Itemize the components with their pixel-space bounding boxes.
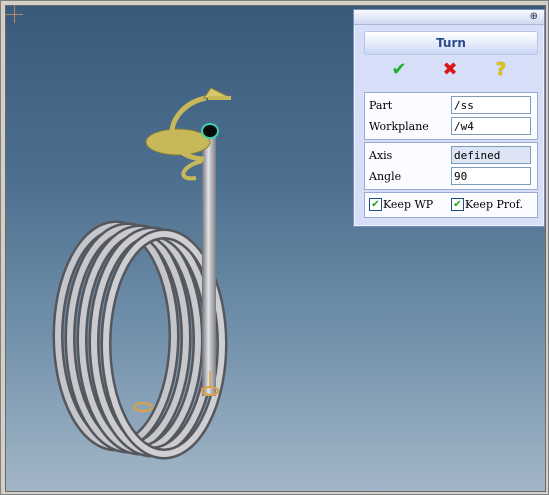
part-field[interactable]: /ss <box>451 96 531 114</box>
help-button[interactable]: ? <box>488 58 514 82</box>
axis-field[interactable]: defined <box>451 146 531 164</box>
axis-label: Axis <box>369 149 393 162</box>
axis-angle-group: Axis defined Angle 90 <box>364 142 538 190</box>
angle-field[interactable]: 90 <box>451 167 531 185</box>
workplane-label: Workplane <box>369 120 429 133</box>
panel-title: Turn <box>364 31 538 55</box>
options-group: ✔ Keep WP ✔ Keep Prof. <box>364 192 538 218</box>
keep-prof-checkbox[interactable]: ✔ <box>451 198 464 211</box>
application-frame: ⊕ Turn ✔ ✖ ? Part /ss Workplane /w4 Axis… <box>0 0 549 495</box>
action-buttons: ✔ ✖ ? <box>364 58 536 82</box>
pipe-end-marker <box>133 402 153 412</box>
help-question-icon: ? <box>495 59 507 80</box>
pipe-coil <box>52 220 228 460</box>
angle-label: Angle <box>369 170 402 183</box>
keep-prof-label: Keep Prof. <box>465 198 523 211</box>
part-label: Part <box>369 99 393 112</box>
keep-wp-checkbox[interactable]: ✔ <box>369 198 382 211</box>
vertical-pipe <box>202 134 216 396</box>
ok-button[interactable]: ✔ <box>386 58 412 82</box>
keep-wp-label: Keep WP <box>383 198 434 211</box>
pipe-top-end <box>201 123 219 139</box>
green-check-icon: ✔ <box>391 59 407 80</box>
panel-titlebar: ⊕ <box>354 10 544 25</box>
pin-icon[interactable]: ⊕ <box>530 11 538 23</box>
red-x-icon: ✖ <box>442 59 458 80</box>
workplane-field[interactable]: /w4 <box>451 117 531 135</box>
turn-dialog-panel: ⊕ Turn ✔ ✖ ? Part /ss Workplane /w4 Axis… <box>353 9 545 227</box>
crosshair-cursor-icon <box>6 6 23 23</box>
cancel-button[interactable]: ✖ <box>437 58 463 82</box>
part-workplane-group: Part /ss Workplane /w4 <box>364 92 538 140</box>
